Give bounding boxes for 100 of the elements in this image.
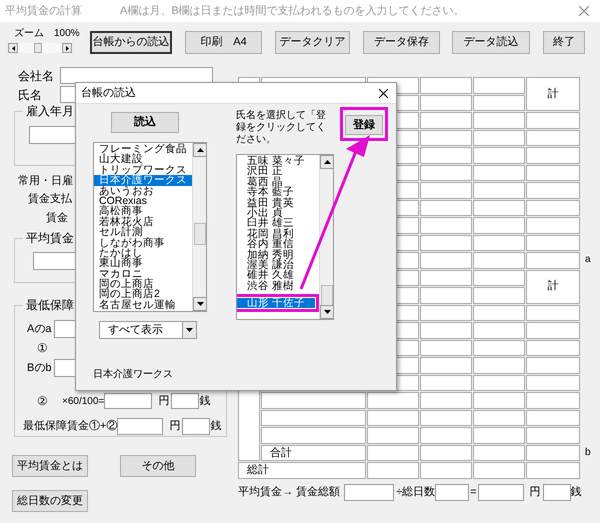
list-item[interactable]: セル計測 xyxy=(94,227,192,238)
register-button[interactable]: 登録 xyxy=(345,115,383,136)
divide-label: ÷総日数 xyxy=(396,485,436,500)
a-label: Aのa xyxy=(27,322,52,337)
table-cell: 計 xyxy=(526,270,580,304)
scrollbar[interactable] xyxy=(192,143,206,311)
input-field[interactable] xyxy=(171,393,200,409)
scroll-thumb[interactable] xyxy=(194,223,206,245)
left-arrow-icon xyxy=(12,46,14,50)
instruction-text: 氏名を選択して「登録をクリックしてください。 xyxy=(236,110,327,146)
list-item[interactable]: 五味 菜々子 xyxy=(237,156,319,166)
close-icon[interactable] xyxy=(379,88,388,98)
company-label: 会社名 xyxy=(17,68,55,84)
footer-label: 平均賃金→ 賃金総額 xyxy=(238,484,340,500)
scrollbar[interactable] xyxy=(319,155,333,319)
list-item[interactable]: CORexias xyxy=(94,196,192,206)
yen-label: 円 xyxy=(169,418,180,434)
list-item[interactable]: あいうおお xyxy=(94,186,192,196)
circle-number: ① xyxy=(37,340,49,356)
button[interactable]: その他 xyxy=(120,455,196,477)
sen-label: 銭 xyxy=(570,485,582,500)
list-item[interactable]: 花岡 昌利 xyxy=(237,228,319,240)
down-arrow-icon xyxy=(196,302,204,306)
input-field[interactable] xyxy=(182,418,210,434)
b-label: Bのb xyxy=(27,360,52,376)
list-item[interactable]: トリップワークス xyxy=(94,164,192,176)
list-item[interactable]: 名古屋セル運輸 xyxy=(94,300,192,310)
up-arrow-icon xyxy=(324,160,330,164)
list-item[interactable]: 碓井 久雄 xyxy=(237,270,319,281)
table-cell: 総計 xyxy=(238,462,366,478)
input-field[interactable] xyxy=(478,484,524,501)
up-arrow-icon xyxy=(196,148,204,152)
input-field[interactable] xyxy=(104,393,152,409)
scroll-thumb[interactable] xyxy=(321,285,333,307)
toolbar-button[interactable]: 台帳からの読込 xyxy=(90,31,172,54)
filter-dropdown[interactable]: すべて表示 xyxy=(99,321,197,339)
yen-label: 円 xyxy=(530,485,541,500)
right-arrow-icon xyxy=(66,46,68,50)
table-cell: 計 xyxy=(526,77,580,111)
list-item[interactable]: フレーミング食品 xyxy=(94,144,192,154)
dropdown-arrow-icon xyxy=(186,328,193,332)
circle-number: ② xyxy=(37,393,48,410)
dialog-title: 台帳の読込 xyxy=(81,86,136,101)
name-label: 氏名 xyxy=(17,86,43,104)
list-item[interactable]: 寺本 藍子 xyxy=(237,187,319,198)
group-title: 雇入年月 xyxy=(23,104,77,118)
list-item[interactable]: 益田 貴英 xyxy=(237,198,319,208)
yen-label: 円 xyxy=(158,394,170,409)
list-item[interactable]: 渋谷 雅樹 xyxy=(237,280,319,292)
group-title: 最低保障 xyxy=(23,298,77,312)
toolbar-button[interactable]: データ保存 xyxy=(363,31,440,54)
equals-sign: = xyxy=(470,485,477,500)
load-button[interactable]: 読込 xyxy=(111,112,179,133)
list-item[interactable]: 山大建設 xyxy=(94,154,192,165)
toolbar-button[interactable]: データ読込 xyxy=(452,31,530,54)
input-field[interactable] xyxy=(344,484,394,501)
row-marker: a xyxy=(584,253,592,267)
input-field[interactable] xyxy=(435,484,470,501)
list-item[interactable]: 若林花火店 xyxy=(94,216,192,228)
toolbar-button[interactable]: 印刷 A4 xyxy=(185,31,262,54)
toolbar-button[interactable]: 終了 xyxy=(543,31,585,54)
sen-label: 銭 xyxy=(210,418,222,434)
list-item[interactable]: 東山商事 xyxy=(94,258,192,269)
input-field[interactable] xyxy=(117,418,164,434)
window-title: 平均賃金の計算 xyxy=(5,4,82,19)
sen-label: 銭 xyxy=(199,394,210,409)
list-item[interactable]: 葛西 晶 xyxy=(237,176,319,188)
list-item[interactable]: たかはし xyxy=(94,248,192,258)
row-marker: b xyxy=(584,446,592,460)
button[interactable]: 平均賃金とは xyxy=(12,455,88,477)
list-item[interactable]: マカロニ xyxy=(94,268,192,280)
toolbar-button[interactable]: データクリア xyxy=(275,31,350,54)
zoom-scrollbar[interactable] xyxy=(8,43,72,53)
list-item[interactable]: 岡の上商店 xyxy=(94,279,192,290)
zoom-label: ズーム xyxy=(14,28,44,40)
list-item[interactable]: 加納 秀明 xyxy=(237,250,319,260)
list-item[interactable]: 岡の上商店2 xyxy=(94,289,192,300)
list-item[interactable]: 小出 貞 xyxy=(237,208,319,218)
label: 賃金支払 xyxy=(28,192,72,207)
input-field[interactable] xyxy=(542,484,571,501)
list-item[interactable]: 臼井 雄三 xyxy=(237,218,319,229)
total-label: 最低保障賃金①+② xyxy=(23,418,118,434)
list-item[interactable]: 谷内 重信 xyxy=(237,239,319,250)
zoom-value: 100% xyxy=(54,28,80,40)
zoom-thumb[interactable] xyxy=(34,43,42,53)
list-item[interactable]: 高松商事 xyxy=(94,206,192,217)
formula-label: ×60/100= xyxy=(62,394,104,408)
table-cell: 合計 xyxy=(261,444,366,461)
label: 常用・日雇 xyxy=(18,174,73,189)
button[interactable]: 総日数の変更 xyxy=(12,490,88,512)
current-company-label: 日本介護ワークス xyxy=(93,368,174,382)
label: 賃金 xyxy=(46,211,68,226)
list-item[interactable]: 日本介護ワークス xyxy=(94,175,192,186)
window-hint: A欄は月、B欄は日または時間で支払われるものを入力してください。 xyxy=(120,4,465,19)
list-item[interactable]: 渥美 謙治 xyxy=(237,260,319,270)
down-arrow-icon xyxy=(324,310,330,314)
group-title: 平均賃金 xyxy=(23,231,77,245)
list-item[interactable]: しながわ商事 xyxy=(94,238,192,248)
list-box[interactable]: フレーミング食品 山大建設 トリップワークス 日本介護ワークス あいうおお CORexias 高松商事 若林花火店 セル計測 しながわ商事 たかはし 東山商事 マカロニ 岡の上商店 岡の上商店2 名古屋セル運輸 xyxy=(93,142,207,312)
list-item[interactable]: 沢田 正 xyxy=(237,166,319,177)
